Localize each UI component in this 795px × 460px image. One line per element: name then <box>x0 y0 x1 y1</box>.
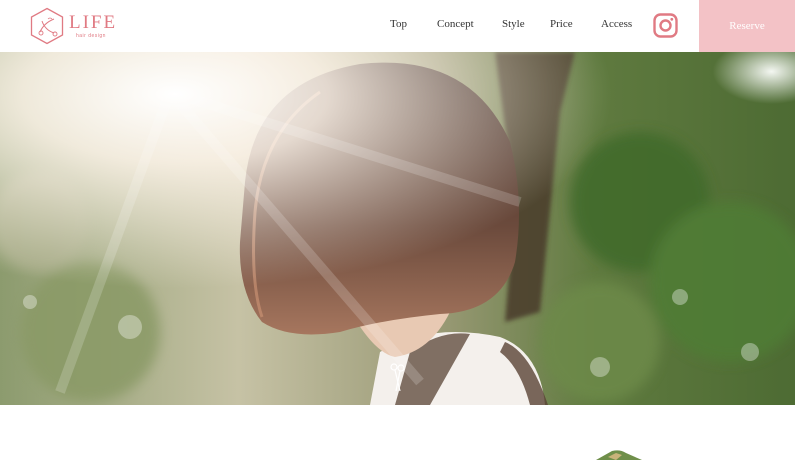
scissors-icon[interactable] <box>388 362 410 394</box>
hero-image <box>0 52 795 405</box>
instagram-icon[interactable] <box>653 13 678 38</box>
logo-wordmark: LIFE <box>69 12 118 33</box>
logo-hexagon-icon <box>30 7 64 45</box>
nav-item-concept[interactable]: Concept <box>437 17 474 31</box>
reserve-button-label: Reserve <box>729 20 765 32</box>
hero-photo <box>0 52 795 405</box>
logo[interactable]: LIFE hair design <box>29 7 119 45</box>
nav-item-style[interactable]: Style <box>502 17 525 31</box>
content-section <box>0 405 795 460</box>
nav-item-top[interactable]: Top <box>390 17 407 31</box>
logo-tagline: hair design <box>76 33 106 39</box>
leaf-photo-corner <box>596 450 642 460</box>
reserve-button[interactable]: Reserve <box>699 0 795 52</box>
site-header: LIFE hair design Top Concept Style Price… <box>0 0 795 52</box>
nav-item-access[interactable]: Access <box>601 17 632 31</box>
nav-item-price[interactable]: Price <box>550 17 573 31</box>
